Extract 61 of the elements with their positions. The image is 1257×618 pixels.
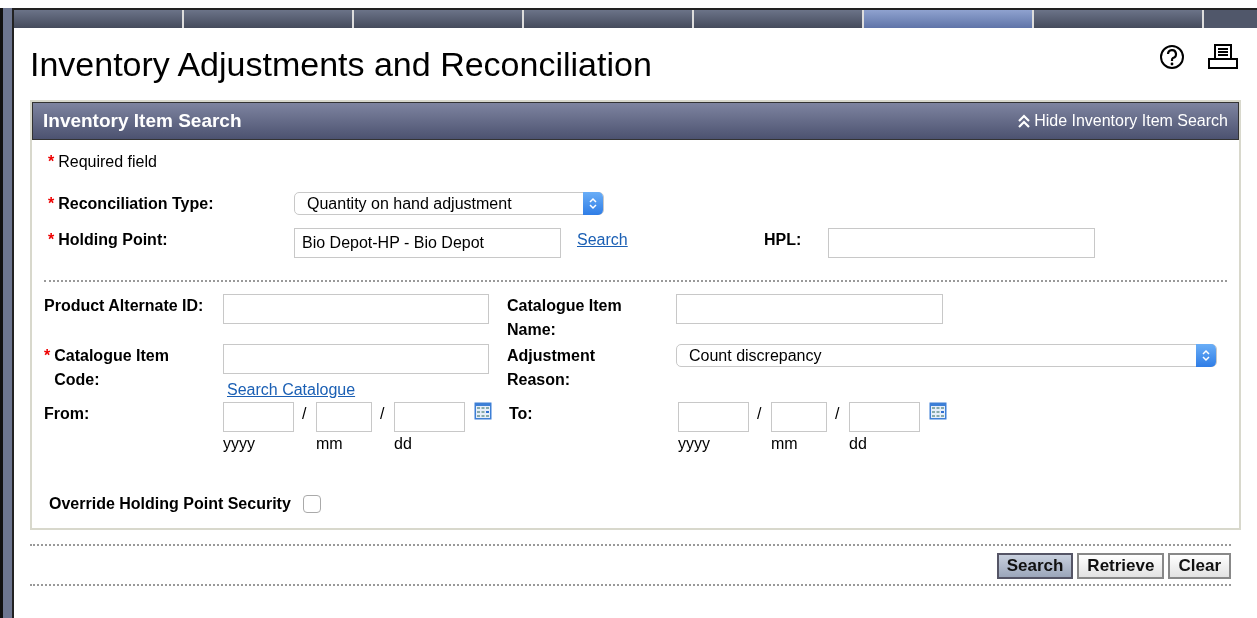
search-link[interactable]: Search (577, 228, 764, 252)
field-label: Holding Point: (58, 230, 168, 250)
help-icon[interactable] (1159, 44, 1185, 70)
field-label: Product Alternate ID: (44, 296, 204, 316)
field-label: Override Holding Point Security (49, 494, 291, 514)
dropdown[interactable]: Quantity on hand adjustment (294, 192, 604, 215)
override-checkbox[interactable] (302, 495, 321, 513)
text-field[interactable] (849, 402, 920, 432)
text-field[interactable] (223, 344, 489, 374)
field-label: To: (509, 404, 533, 424)
dropdown[interactable]: Count discrepancy (676, 344, 1217, 367)
field-label: Reconciliation Type: (58, 194, 214, 214)
text-field[interactable] (771, 402, 827, 432)
page-title: Inventory Adjustments and Reconciliation (30, 44, 652, 85)
text-field[interactable] (828, 228, 1095, 258)
field-label: Adjustment Reason: (507, 346, 596, 390)
date-separator: / (301, 404, 308, 424)
search-catalogue-link[interactable]: Search Catalogue (227, 378, 356, 402)
nav-tab[interactable] (184, 10, 354, 28)
nav-tab[interactable] (1034, 10, 1204, 28)
date-format-hint: dd (394, 434, 413, 454)
dropdown-arrow-icon (589, 197, 597, 210)
text-field[interactable] (676, 294, 943, 324)
panel-title: Inventory Item Search (43, 108, 242, 133)
date-format-hint: mm (771, 434, 799, 454)
text-field[interactable] (316, 402, 372, 432)
field-label: HPL: (764, 230, 802, 250)
nav-tab[interactable] (524, 10, 694, 28)
date-format-hint: yyyy (223, 434, 256, 454)
required-mark: * (44, 346, 51, 366)
field-label: Catalogue Item Name: (507, 296, 623, 340)
date-format-hint: yyyy (678, 434, 711, 454)
required-mark: * (48, 152, 55, 172)
date-separator: / (756, 404, 763, 424)
action-button[interactable]: Clear (1168, 553, 1231, 579)
action-button[interactable]: Retrieve (1077, 553, 1165, 579)
calendar-icon[interactable] (929, 402, 947, 420)
collapse-icon (1018, 113, 1031, 129)
field-label: Catalogue Item Code: (54, 346, 170, 390)
date-format-hint: dd (849, 434, 868, 454)
search-button[interactable]: Search (996, 553, 1074, 579)
nav-tab[interactable] (14, 10, 184, 28)
calendar-icon[interactable] (474, 402, 492, 420)
required-note: Required field (58, 152, 157, 172)
hide-search-link[interactable]: Hide Inventory Item Search (1018, 109, 1228, 133)
date-separator: / (834, 404, 841, 424)
nav-tab[interactable] (354, 10, 524, 28)
date-format-hint: mm (316, 434, 344, 454)
date-separator: / (379, 404, 386, 424)
nav-tab[interactable] (864, 10, 1034, 28)
dropdown-arrow-icon (1202, 349, 1210, 362)
print-icon[interactable] (1207, 44, 1239, 70)
field-label: From: (44, 404, 90, 424)
text-field[interactable] (394, 402, 465, 432)
text-field[interactable] (223, 294, 489, 324)
text-field[interactable] (223, 402, 294, 432)
nav-tab[interactable] (694, 10, 864, 28)
text-field[interactable] (678, 402, 749, 432)
required-mark: * (48, 230, 55, 250)
required-mark: * (48, 194, 55, 214)
text-field[interactable]: Bio Depot-HP - Bio Depot (294, 228, 561, 258)
